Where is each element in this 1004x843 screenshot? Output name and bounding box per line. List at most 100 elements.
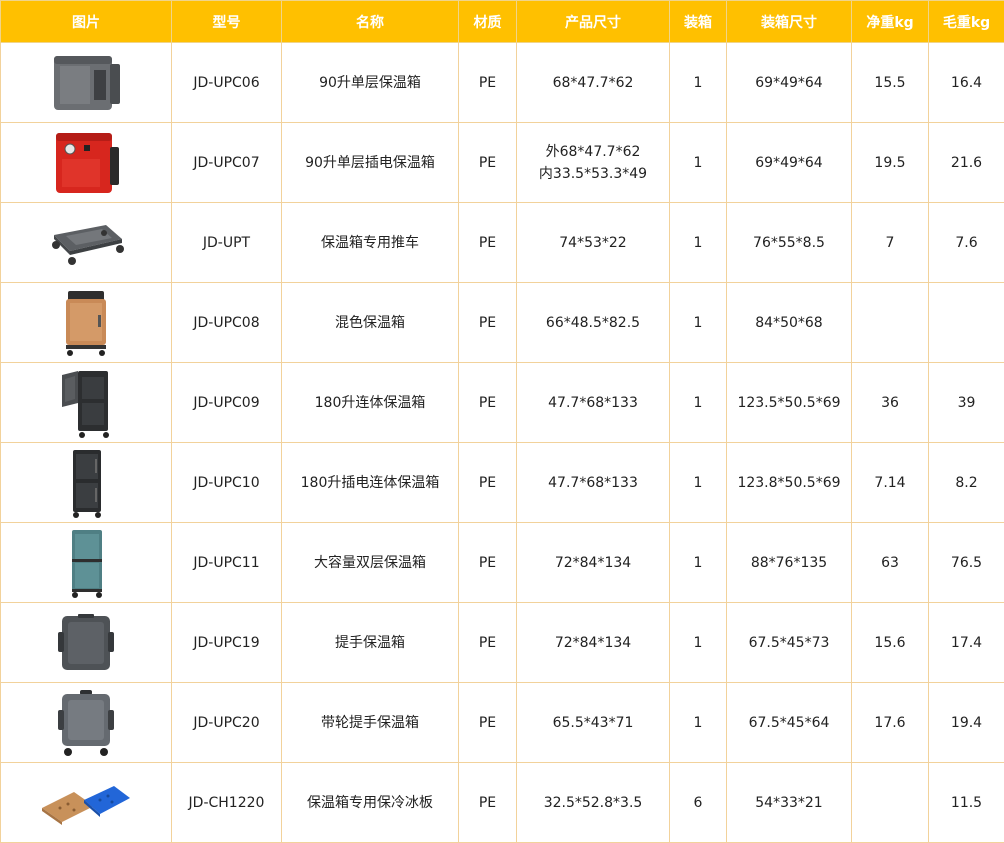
pack-cell: 1: [670, 43, 727, 123]
product-image-cell: [1, 523, 172, 603]
name-cell: 大容量双层保温箱: [282, 523, 459, 603]
carton-size-cell: 88*76*135: [727, 523, 852, 603]
header-carton-size: 装箱尺寸: [727, 1, 852, 43]
material-cell: PE: [459, 763, 517, 843]
model-cell: JD-UPC20: [172, 683, 282, 763]
gross-weight-cell: 7.6: [929, 203, 1004, 283]
table-row: JD-UPC09 180升连体保温箱 PE 47.7*68*133 1 123.…: [1, 363, 1004, 443]
product-image-cell: [1, 363, 172, 443]
header-gross-weight: 毛重kg: [929, 1, 1004, 43]
size-cell: 32.5*52.8*3.5: [517, 763, 670, 843]
carton-size-cell: 67.5*45*64: [727, 683, 852, 763]
name-cell: 带轮提手保温箱: [282, 683, 459, 763]
size-cell: 72*84*134: [517, 523, 670, 603]
gray-food-carrier-icon: [46, 50, 126, 116]
gray-handle-carrier-icon: [54, 610, 118, 676]
pack-cell: 1: [670, 523, 727, 603]
gross-weight-cell: 76.5: [929, 523, 1004, 603]
material-cell: PE: [459, 683, 517, 763]
name-cell: 保温箱专用推车: [282, 203, 459, 283]
net-weight-cell: 7.14: [852, 443, 929, 523]
product-image-cell: [1, 763, 172, 843]
table-row: JD-UPC10 180升插电连体保温箱 PE 47.7*68*133 1 12…: [1, 443, 1004, 523]
material-cell: PE: [459, 443, 517, 523]
product-spec-table: 图片 型号 名称 材质 产品尺寸 装箱 装箱尺寸 净重kg 毛重kg JD-: [0, 0, 1004, 843]
pack-cell: 1: [670, 363, 727, 443]
model-cell: JD-UPC07: [172, 123, 282, 203]
gross-weight-cell: 8.2: [929, 443, 1004, 523]
gross-weight-cell: 17.4: [929, 603, 1004, 683]
black-double-door-cabinet-icon: [61, 447, 111, 519]
table-row: JD-UPC06 90升单层保温箱 PE 68*47.7*62 1 69*49*…: [1, 43, 1004, 123]
outer-size: 外68*47.7*62: [519, 141, 667, 163]
model-cell: JD-UPC06: [172, 43, 282, 123]
header-material: 材质: [459, 1, 517, 43]
pack-cell: 1: [670, 603, 727, 683]
product-image-cell: [1, 683, 172, 763]
model-cell: JD-UPC10: [172, 443, 282, 523]
net-weight-cell: 15.5: [852, 43, 929, 123]
table-row: JD-UPC19 提手保温箱 PE 72*84*134 1 67.5*45*73…: [1, 603, 1004, 683]
size-cell: 65.5*43*71: [517, 683, 670, 763]
model-cell: JD-UPC08: [172, 283, 282, 363]
size-cell: 外68*47.7*62 内33.5*53.3*49: [517, 123, 670, 203]
model-cell: JD-UPT: [172, 203, 282, 283]
model-cell: JD-UPC19: [172, 603, 282, 683]
table-row: JD-UPC11 大容量双层保温箱 PE 72*84*134 1 88*76*1…: [1, 523, 1004, 603]
name-cell: 混色保温箱: [282, 283, 459, 363]
name-cell: 提手保温箱: [282, 603, 459, 683]
table-row: JD-UPC07 90升单层插电保温箱 PE 外68*47.7*62 内33.5…: [1, 123, 1004, 203]
teal-double-door-cabinet-icon: [61, 527, 111, 599]
header-name: 名称: [282, 1, 459, 43]
gross-weight-cell: 11.5: [929, 763, 1004, 843]
black-open-door-cabinet-icon: [54, 367, 118, 439]
product-image-cell: [1, 43, 172, 123]
product-image-cell: [1, 283, 172, 363]
name-cell: 180升连体保温箱: [282, 363, 459, 443]
gross-weight-cell: 39: [929, 363, 1004, 443]
red-electric-food-carrier-icon: [46, 129, 126, 197]
carton-size-cell: 69*49*64: [727, 43, 852, 123]
header-net-weight: 净重kg: [852, 1, 929, 43]
pack-cell: 1: [670, 443, 727, 523]
product-image-cell: [1, 203, 172, 283]
pack-cell: 6: [670, 763, 727, 843]
gross-weight-cell: [929, 283, 1004, 363]
material-cell: PE: [459, 123, 517, 203]
carton-size-cell: 54*33*21: [727, 763, 852, 843]
net-weight-cell: 19.5: [852, 123, 929, 203]
material-cell: PE: [459, 363, 517, 443]
model-cell: JD-UPC09: [172, 363, 282, 443]
table-row: JD-CH1220 保温箱专用保冷冰板 PE 32.5*52.8*3.5 6 5…: [1, 763, 1004, 843]
name-cell: 保温箱专用保冷冰板: [282, 763, 459, 843]
size-cell: 74*53*22: [517, 203, 670, 283]
material-cell: PE: [459, 603, 517, 683]
size-cell: 68*47.7*62: [517, 43, 670, 123]
ice-plates-icon: [38, 778, 134, 828]
carton-size-cell: 123.5*50.5*69: [727, 363, 852, 443]
carton-size-cell: 69*49*64: [727, 123, 852, 203]
name-cell: 180升插电连体保温箱: [282, 443, 459, 523]
header-pack: 装箱: [670, 1, 727, 43]
table-row: JD-UPC08 混色保温箱 PE 66*48.5*82.5 1 84*50*6…: [1, 283, 1004, 363]
pack-cell: 1: [670, 283, 727, 363]
inner-size: 内33.5*53.3*49: [519, 163, 667, 185]
gross-weight-cell: 19.4: [929, 683, 1004, 763]
model-cell: JD-UPC11: [172, 523, 282, 603]
size-cell: 47.7*68*133: [517, 363, 670, 443]
size-cell: 66*48.5*82.5: [517, 283, 670, 363]
product-image-cell: [1, 603, 172, 683]
net-weight-cell: [852, 763, 929, 843]
size-cell: 72*84*134: [517, 603, 670, 683]
table-row: JD-UPC20 带轮提手保温箱 PE 65.5*43*71 1 67.5*45…: [1, 683, 1004, 763]
header-model: 型号: [172, 1, 282, 43]
material-cell: PE: [459, 203, 517, 283]
gross-weight-cell: 21.6: [929, 123, 1004, 203]
model-cell: JD-CH1220: [172, 763, 282, 843]
product-image-cell: [1, 443, 172, 523]
net-weight-cell: 7: [852, 203, 929, 283]
header-product-size: 产品尺寸: [517, 1, 670, 43]
material-cell: PE: [459, 523, 517, 603]
net-weight-cell: 17.6: [852, 683, 929, 763]
table-header-row: 图片 型号 名称 材质 产品尺寸 装箱 装箱尺寸 净重kg 毛重kg: [1, 1, 1004, 43]
